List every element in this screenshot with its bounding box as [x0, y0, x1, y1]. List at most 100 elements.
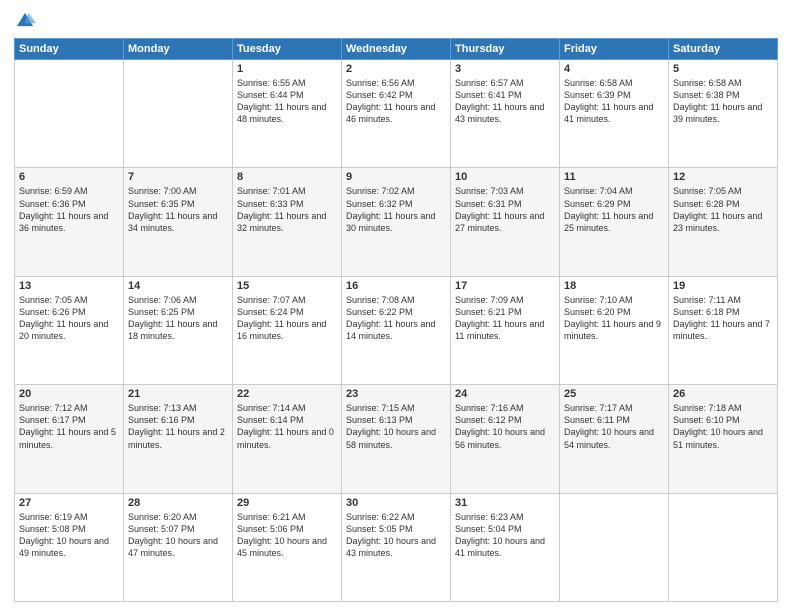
- week-row-3: 20 Sunrise: 7:12 AM Sunset: 6:17 PM Dayli…: [15, 385, 778, 493]
- day-number: 13: [19, 280, 119, 292]
- day-info: Sunrise: 7:16 AM Sunset: 6:12 PM Dayligh…: [455, 402, 555, 451]
- day-cell: 12 Sunrise: 7:05 AM Sunset: 6:28 PM Dayli…: [669, 168, 778, 276]
- day-cell: 3Sunrise: 6:57 AM Sunset: 6:41 PM Daylig…: [451, 60, 560, 168]
- day-cell: [15, 60, 124, 168]
- day-info: Sunrise: 6:58 AM Sunset: 6:38 PM Dayligh…: [673, 77, 773, 126]
- day-cell: 7 Sunrise: 7:00 AM Sunset: 6:35 PM Daylig…: [124, 168, 233, 276]
- day-cell: 8 Sunrise: 7:01 AM Sunset: 6:33 PM Daylig…: [233, 168, 342, 276]
- week-row-2: 13 Sunrise: 7:05 AM Sunset: 6:26 PM Dayli…: [15, 276, 778, 384]
- day-number: 22: [237, 388, 337, 400]
- day-number: 24: [455, 388, 555, 400]
- day-cell: 19 Sunrise: 7:11 AM Sunset: 6:18 PM Dayli…: [669, 276, 778, 384]
- day-info: Sunrise: 7:18 AM Sunset: 6:10 PM Dayligh…: [673, 402, 773, 451]
- day-number: 20: [19, 388, 119, 400]
- day-info: Sunrise: 7:02 AM Sunset: 6:32 PM Dayligh…: [346, 185, 446, 234]
- day-info: Sunrise: 6:55 AM Sunset: 6:44 PM Dayligh…: [237, 77, 337, 126]
- day-info: Sunrise: 7:06 AM Sunset: 6:25 PM Dayligh…: [128, 294, 228, 343]
- day-number: 16: [346, 280, 446, 292]
- day-cell: 31Sunrise: 6:23 AM Sunset: 5:04 PM Dayli…: [451, 493, 560, 601]
- day-number: 25: [564, 388, 664, 400]
- day-number: 4: [564, 63, 664, 75]
- day-number: 9: [346, 171, 446, 183]
- day-info: Sunrise: 7:11 AM Sunset: 6:18 PM Dayligh…: [673, 294, 773, 343]
- col-header-wednesday: Wednesday: [342, 39, 451, 60]
- day-info: Sunrise: 7:01 AM Sunset: 6:33 PM Dayligh…: [237, 185, 337, 234]
- day-number: 28: [128, 497, 228, 509]
- day-number: 14: [128, 280, 228, 292]
- day-cell: 14 Sunrise: 7:06 AM Sunset: 6:25 PM Dayli…: [124, 276, 233, 384]
- day-cell: 16 Sunrise: 7:08 AM Sunset: 6:22 PM Dayli…: [342, 276, 451, 384]
- day-number: 7: [128, 171, 228, 183]
- day-number: 21: [128, 388, 228, 400]
- day-number: 2: [346, 63, 446, 75]
- day-cell: 10 Sunrise: 7:03 AM Sunset: 6:31 PM Dayli…: [451, 168, 560, 276]
- day-info: Sunrise: 7:14 AM Sunset: 6:14 PM Dayligh…: [237, 402, 337, 451]
- day-number: 23: [346, 388, 446, 400]
- day-cell: 20 Sunrise: 7:12 AM Sunset: 6:17 PM Dayli…: [15, 385, 124, 493]
- day-cell: 30Sunrise: 6:22 AM Sunset: 5:05 PM Dayli…: [342, 493, 451, 601]
- day-cell: 26 Sunrise: 7:18 AM Sunset: 6:10 PM Dayli…: [669, 385, 778, 493]
- day-cell: 6 Sunrise: 6:59 AM Sunset: 6:36 PM Daylig…: [15, 168, 124, 276]
- col-header-sunday: Sunday: [15, 39, 124, 60]
- day-cell: 23 Sunrise: 7:15 AM Sunset: 6:13 PM Dayli…: [342, 385, 451, 493]
- week-row-4: 27Sunrise: 6:19 AM Sunset: 5:08 PM Dayli…: [15, 493, 778, 601]
- day-cell: [669, 493, 778, 601]
- day-info: Sunrise: 7:00 AM Sunset: 6:35 PM Dayligh…: [128, 185, 228, 234]
- day-cell: 24 Sunrise: 7:16 AM Sunset: 6:12 PM Dayli…: [451, 385, 560, 493]
- day-info: Sunrise: 7:03 AM Sunset: 6:31 PM Dayligh…: [455, 185, 555, 234]
- day-cell: 9 Sunrise: 7:02 AM Sunset: 6:32 PM Daylig…: [342, 168, 451, 276]
- day-cell: 2 Sunrise: 6:56 AM Sunset: 6:42 PM Daylig…: [342, 60, 451, 168]
- day-cell: 4 Sunrise: 6:58 AM Sunset: 6:39 PM Daylig…: [560, 60, 669, 168]
- day-number: 1: [237, 63, 337, 75]
- day-info: Sunrise: 6:56 AM Sunset: 6:42 PM Dayligh…: [346, 77, 446, 126]
- day-cell: 5Sunrise: 6:58 AM Sunset: 6:38 PM Daylig…: [669, 60, 778, 168]
- day-cell: 25 Sunrise: 7:17 AM Sunset: 6:11 PM Dayli…: [560, 385, 669, 493]
- day-number: 10: [455, 171, 555, 183]
- day-info: Sunrise: 7:10 AM Sunset: 6:20 PM Dayligh…: [564, 294, 664, 343]
- week-row-0: 1 Sunrise: 6:55 AM Sunset: 6:44 PM Daylig…: [15, 60, 778, 168]
- day-number: 6: [19, 171, 119, 183]
- col-header-monday: Monday: [124, 39, 233, 60]
- day-cell: [124, 60, 233, 168]
- col-header-thursday: Thursday: [451, 39, 560, 60]
- day-info: Sunrise: 7:05 AM Sunset: 6:26 PM Dayligh…: [19, 294, 119, 343]
- day-cell: 17Sunrise: 7:09 AM Sunset: 6:21 PM Dayli…: [451, 276, 560, 384]
- day-number: 26: [673, 388, 773, 400]
- day-cell: 1 Sunrise: 6:55 AM Sunset: 6:44 PM Daylig…: [233, 60, 342, 168]
- day-cell: 15 Sunrise: 7:07 AM Sunset: 6:24 PM Dayli…: [233, 276, 342, 384]
- col-header-friday: Friday: [560, 39, 669, 60]
- day-info: Sunrise: 7:08 AM Sunset: 6:22 PM Dayligh…: [346, 294, 446, 343]
- logo: [14, 10, 40, 32]
- header: [14, 10, 778, 32]
- day-number: 15: [237, 280, 337, 292]
- day-info: Sunrise: 6:59 AM Sunset: 6:36 PM Dayligh…: [19, 185, 119, 234]
- day-number: 8: [237, 171, 337, 183]
- day-info: Sunrise: 7:15 AM Sunset: 6:13 PM Dayligh…: [346, 402, 446, 451]
- day-number: 12: [673, 171, 773, 183]
- day-number: 27: [19, 497, 119, 509]
- day-cell: 22 Sunrise: 7:14 AM Sunset: 6:14 PM Dayli…: [233, 385, 342, 493]
- day-info: Sunrise: 7:12 AM Sunset: 6:17 PM Dayligh…: [19, 402, 119, 451]
- day-info: Sunrise: 7:07 AM Sunset: 6:24 PM Dayligh…: [237, 294, 337, 343]
- day-cell: 21Sunrise: 7:13 AM Sunset: 6:16 PM Dayli…: [124, 385, 233, 493]
- day-info: Sunrise: 6:23 AM Sunset: 5:04 PM Dayligh…: [455, 511, 555, 560]
- day-number: 11: [564, 171, 664, 183]
- day-info: Sunrise: 7:17 AM Sunset: 6:11 PM Dayligh…: [564, 402, 664, 451]
- calendar-table: SundayMondayTuesdayWednesdayThursdayFrid…: [14, 38, 778, 602]
- col-header-tuesday: Tuesday: [233, 39, 342, 60]
- day-number: 29: [237, 497, 337, 509]
- day-number: 19: [673, 280, 773, 292]
- day-cell: 27Sunrise: 6:19 AM Sunset: 5:08 PM Dayli…: [15, 493, 124, 601]
- logo-icon: [14, 10, 36, 32]
- day-cell: 28Sunrise: 6:20 AM Sunset: 5:07 PM Dayli…: [124, 493, 233, 601]
- week-row-1: 6 Sunrise: 6:59 AM Sunset: 6:36 PM Daylig…: [15, 168, 778, 276]
- day-info: Sunrise: 6:22 AM Sunset: 5:05 PM Dayligh…: [346, 511, 446, 560]
- day-cell: [560, 493, 669, 601]
- day-info: Sunrise: 7:05 AM Sunset: 6:28 PM Dayligh…: [673, 185, 773, 234]
- day-number: 3: [455, 63, 555, 75]
- day-info: Sunrise: 6:58 AM Sunset: 6:39 PM Dayligh…: [564, 77, 664, 126]
- col-header-saturday: Saturday: [669, 39, 778, 60]
- day-cell: 18 Sunrise: 7:10 AM Sunset: 6:20 PM Dayli…: [560, 276, 669, 384]
- day-info: Sunrise: 7:09 AM Sunset: 6:21 PM Dayligh…: [455, 294, 555, 343]
- day-number: 18: [564, 280, 664, 292]
